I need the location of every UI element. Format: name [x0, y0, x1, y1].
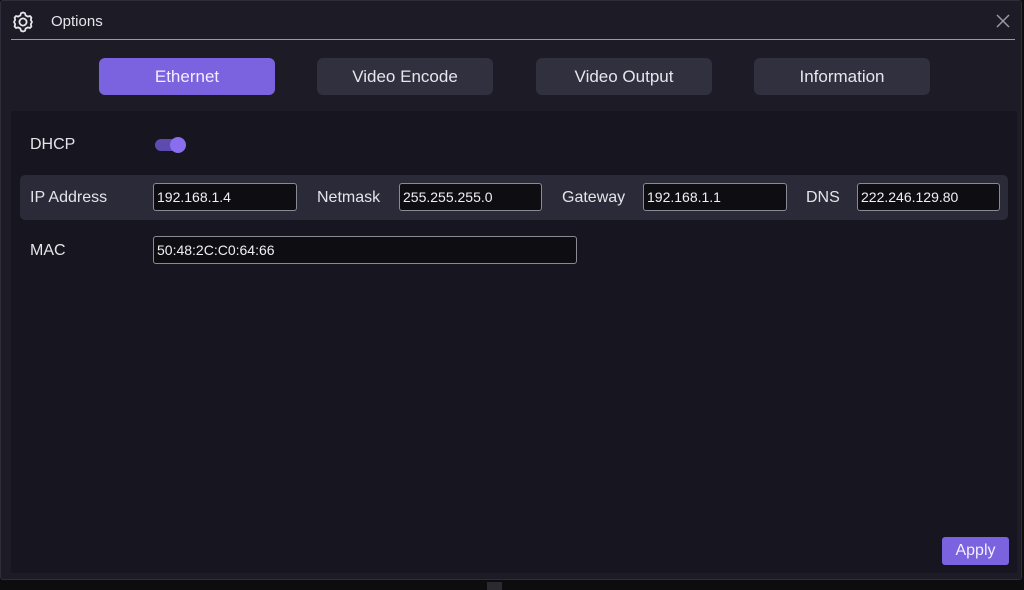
window-title: Options: [51, 13, 103, 30]
apply-button[interactable]: Apply: [942, 537, 1009, 565]
netmask-label: Netmask: [317, 189, 381, 206]
gateway-input[interactable]: 192.168.1.1: [643, 183, 787, 211]
tab-ethernet[interactable]: Ethernet: [99, 58, 275, 95]
gear-icon: [11, 10, 35, 34]
mac-input[interactable]: 50:48:2C:C0:64:66: [153, 236, 577, 264]
tab-information[interactable]: Information: [754, 58, 930, 95]
dhcp-toggle[interactable]: [155, 137, 187, 153]
title-bar: Options: [1, 1, 1021, 41]
ip-address-label: IP Address: [30, 189, 108, 206]
toggle-knob: [170, 137, 186, 153]
tab-bar: Ethernet Video Encode Video Output Infor…: [1, 58, 1021, 95]
gateway-label: Gateway: [562, 189, 626, 206]
background-stub: [487, 582, 502, 590]
netmask-input[interactable]: 255.255.255.0: [399, 183, 542, 211]
tab-video-output[interactable]: Video Output: [536, 58, 712, 95]
close-icon[interactable]: [993, 11, 1013, 31]
dns-input[interactable]: 222.246.129.80: [857, 183, 1000, 211]
dns-label: DNS: [806, 189, 840, 206]
title-divider: [11, 39, 1015, 40]
options-dialog: Options Ethernet Video Encode Video Outp…: [0, 0, 1022, 580]
dhcp-label: DHCP: [30, 136, 76, 153]
tab-video-encode[interactable]: Video Encode: [317, 58, 493, 95]
mac-label: MAC: [30, 242, 66, 259]
ip-address-input[interactable]: 192.168.1.4: [153, 183, 297, 211]
